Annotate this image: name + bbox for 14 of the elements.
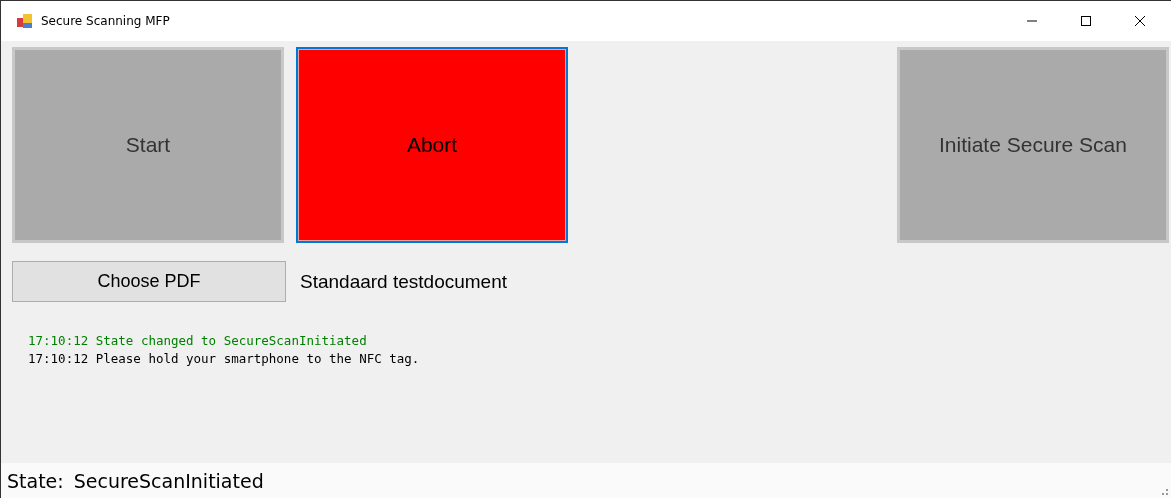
window-title: Secure Scanning MFP [41,14,171,28]
log-line: 17:10:12 State changed to SecureScanInitiated [28,332,368,350]
status-label: State: [7,469,64,492]
abort-button[interactable]: Abort [296,47,568,243]
file-name: Standaard testdocument [300,270,508,293]
status-value: SecureScanInitiated [73,469,264,492]
log-line: 17:10:12 Please hold your smartphone to the NFC tag. [28,350,421,368]
resize-grip-icon[interactable] [1159,486,1169,496]
app-icon [17,13,33,29]
close-icon [1134,15,1146,27]
action-button[interactable]: Initiate Secure Scan [897,47,1169,243]
action-button[interactable]: Start [12,47,284,243]
choose-pdf-button[interactable]: Choose PDF [12,261,286,302]
maximize-icon [1080,15,1092,27]
